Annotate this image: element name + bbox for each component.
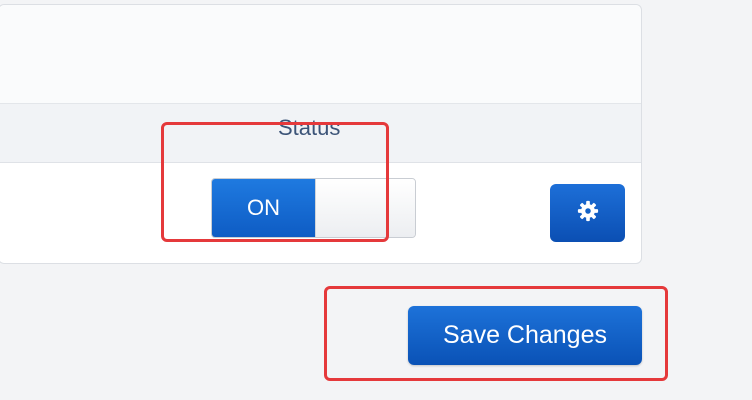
- highlight-box-save-button: [324, 286, 668, 381]
- highlight-box-status-toggle: [161, 122, 389, 242]
- gear-icon: [577, 200, 599, 227]
- settings-button[interactable]: [550, 184, 625, 242]
- panel-header: [0, 5, 641, 104]
